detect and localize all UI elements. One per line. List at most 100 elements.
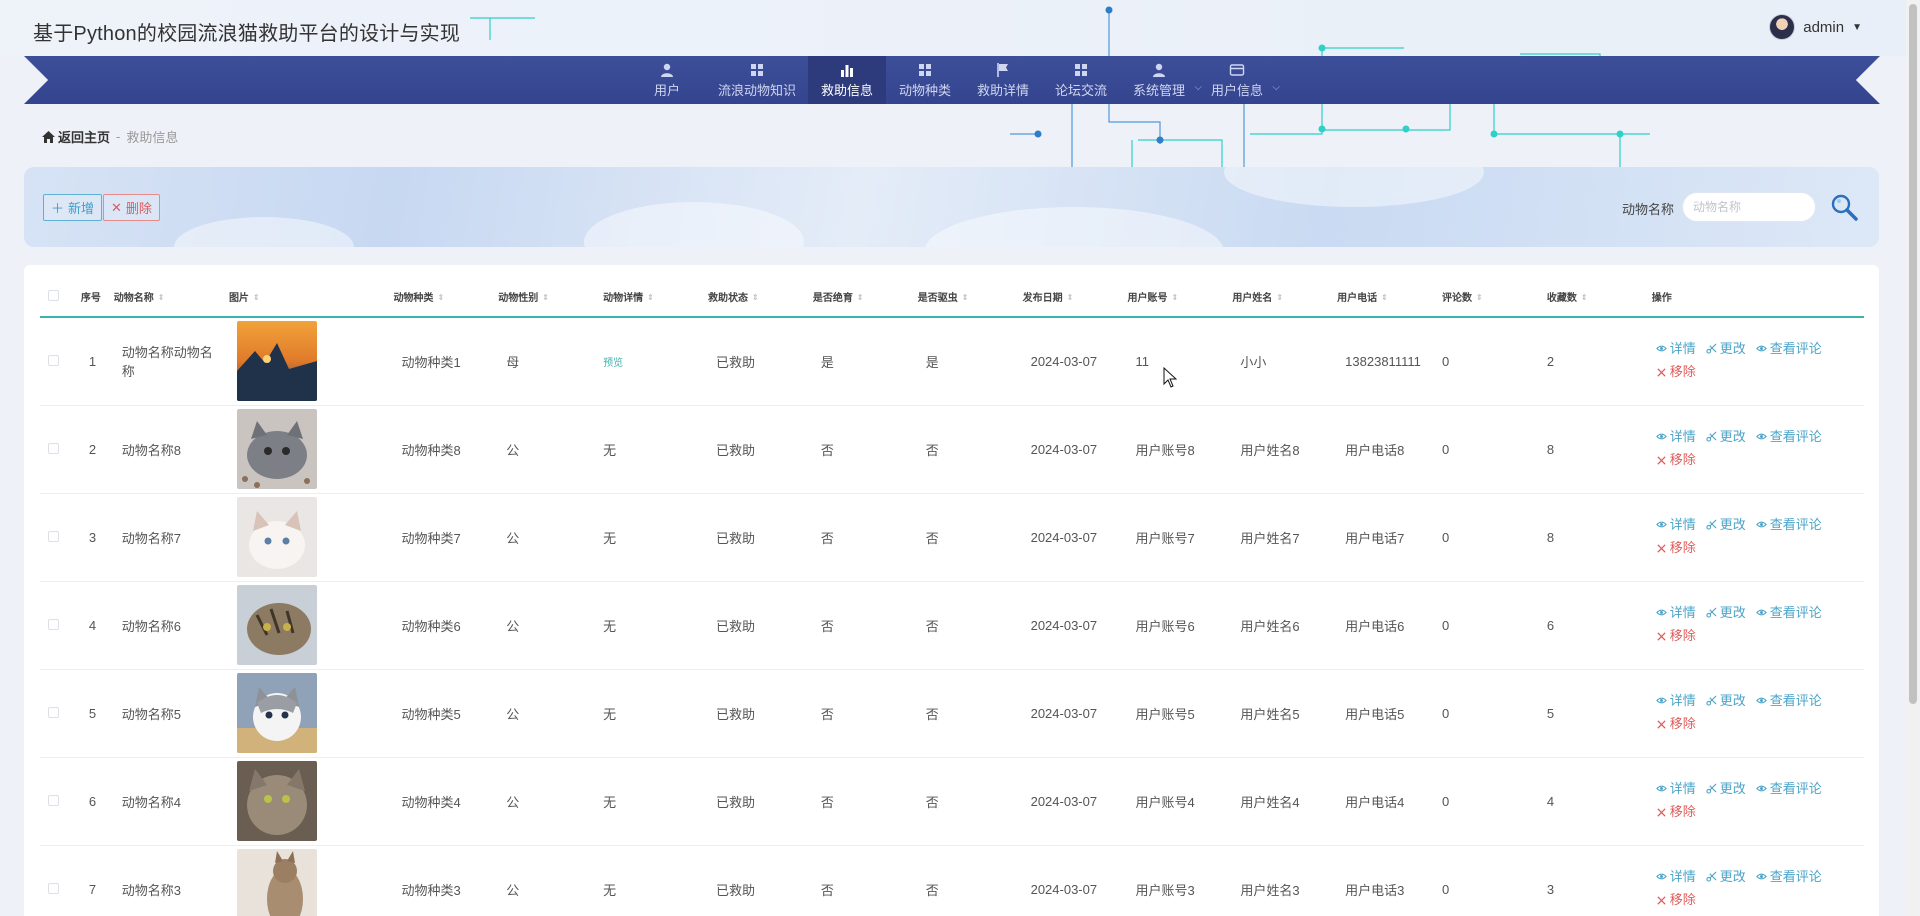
edit-button[interactable]: 更改 [1706, 602, 1746, 624]
column-header[interactable]: 用户账号 ⇕ [1119, 277, 1225, 318]
view-comments-button[interactable]: 查看评论 [1755, 690, 1822, 712]
page-scrollbar[interactable] [1906, 0, 1920, 916]
nav-item-2[interactable]: 流浪动物知识 [706, 56, 808, 104]
animal-photo[interactable] [236, 673, 317, 753]
username[interactable]: admin [1803, 19, 1844, 36]
nav-item-5[interactable]: 救助详情 [964, 56, 1042, 104]
row-checkbox[interactable] [48, 794, 59, 806]
animal-photo[interactable] [236, 409, 317, 489]
sort-icon[interactable]: ⇕ [1276, 294, 1283, 302]
edit-button[interactable]: 更改 [1706, 778, 1746, 800]
edit-button[interactable]: 更改 [1706, 514, 1746, 536]
gender-value: 公 [506, 882, 520, 898]
delete-button[interactable]: ✕ 删除 [103, 194, 160, 221]
cell-gender: 公 [490, 493, 596, 582]
avatar[interactable] [1769, 14, 1796, 40]
remove-button[interactable]: 移除 [1656, 361, 1696, 383]
animal-photo[interactable] [236, 761, 317, 841]
sort-icon[interactable]: ⇕ [752, 294, 759, 302]
column-header[interactable]: 动物名称 ⇕ [105, 277, 221, 318]
detail-button[interactable]: 详情 [1655, 514, 1696, 536]
row-checkbox[interactable] [48, 442, 59, 454]
sort-icon[interactable]: ⇕ [542, 294, 549, 302]
animal-photo[interactable] [236, 497, 317, 577]
view-comments-button[interactable]: 查看评论 [1755, 602, 1822, 624]
close-icon: ✕ [111, 199, 122, 215]
breadcrumb-home[interactable]: 返回主页 [42, 127, 110, 146]
edit-button[interactable]: 更改 [1706, 866, 1746, 888]
column-header[interactable]: 图片 ⇕ [220, 277, 386, 318]
view-comments-button[interactable]: 查看评论 [1755, 338, 1822, 360]
nav-item-8[interactable]: 用户信息 ⌵ [1198, 56, 1280, 104]
edit-button[interactable]: 更改 [1706, 338, 1746, 360]
detail-button[interactable]: 详情 [1655, 778, 1696, 800]
column-header[interactable]: 评论数 ⇕ [1434, 277, 1539, 318]
sort-icon[interactable]: ⇕ [647, 294, 654, 302]
view-comments-button[interactable]: 查看评论 [1755, 514, 1822, 536]
row-checkbox[interactable] [48, 530, 59, 542]
detail-button[interactable]: 详情 [1655, 602, 1696, 624]
view-comments-button[interactable]: 查看评论 [1755, 426, 1822, 448]
remove-button[interactable]: 移除 [1656, 625, 1696, 647]
scrollbar-thumb[interactable] [1909, 4, 1917, 704]
detail-button[interactable]: 详情 [1655, 338, 1696, 360]
nav-item-6[interactable]: 论坛交流 [1042, 56, 1120, 104]
detail-button[interactable]: 详情 [1655, 690, 1696, 712]
sort-icon[interactable]: ⇕ [253, 294, 260, 302]
column-header[interactable]: 是否绝育 ⇕ [804, 277, 910, 318]
row-checkbox[interactable] [48, 706, 59, 718]
nav-item-3[interactable]: 救助信息 [808, 56, 886, 104]
column-header[interactable]: 发布日期 ⇕ [1014, 277, 1120, 318]
cell-favorites: 6 [1538, 581, 1644, 670]
sort-icon[interactable]: ⇕ [1581, 294, 1588, 302]
row-checkbox[interactable] [48, 618, 59, 630]
caret-down-icon[interactable]: ▼ [1852, 22, 1862, 33]
remove-button[interactable]: 移除 [1656, 713, 1696, 735]
column-header[interactable]: 是否驱虫 ⇕ [909, 277, 1015, 318]
column-header[interactable]: 收藏数 ⇕ [1538, 277, 1644, 318]
user-menu[interactable]: admin ▼ [1769, 14, 1862, 40]
search-icon[interactable] [1829, 192, 1859, 222]
column-header[interactable]: 救助状态 ⇕ [700, 277, 805, 318]
animal-photo[interactable] [236, 585, 317, 665]
view-comments-button[interactable]: 查看评论 [1755, 778, 1822, 800]
animal-photo[interactable] [236, 321, 317, 402]
select-all-checkbox[interactable] [48, 289, 59, 301]
sort-icon[interactable]: ⇕ [158, 294, 165, 302]
date-value: 2024-03-07 [1030, 705, 1098, 721]
detail-button[interactable]: 详情 [1655, 426, 1696, 448]
row-select-cell [40, 405, 73, 494]
edit-button[interactable]: 更改 [1706, 426, 1746, 448]
status-value: 已救助 [716, 618, 756, 634]
edit-button[interactable]: 更改 [1706, 690, 1746, 712]
sort-icon[interactable]: ⇕ [437, 294, 444, 302]
add-button[interactable]: ＋ 新增 [43, 194, 103, 221]
sort-icon[interactable]: ⇕ [1381, 294, 1388, 302]
row-checkbox[interactable] [48, 354, 59, 366]
remove-button[interactable]: 移除 [1656, 537, 1696, 559]
nav-item-4[interactable]: 动物种类 [886, 56, 964, 104]
view-comments-button[interactable]: 查看评论 [1755, 866, 1822, 888]
remove-button[interactable]: 移除 [1656, 801, 1696, 823]
sort-icon[interactable]: ⇕ [1476, 294, 1483, 302]
column-header[interactable]: 动物种类 ⇕ [385, 277, 491, 318]
remove-button[interactable]: 移除 [1656, 889, 1696, 911]
remove-button[interactable]: 移除 [1656, 449, 1696, 471]
cell-dewormed: 否 [909, 581, 1015, 670]
row-checkbox[interactable] [48, 882, 59, 894]
preview-link[interactable]: 预览 [603, 358, 623, 369]
nav-item-1[interactable]: 用户 [628, 56, 706, 104]
column-header[interactable]: 动物详情 ⇕ [595, 277, 701, 318]
detail-button[interactable]: 详情 [1655, 866, 1696, 888]
sort-icon[interactable]: ⇕ [962, 294, 969, 302]
cell-photo [220, 669, 386, 758]
search-input[interactable] [1682, 192, 1816, 222]
sort-icon[interactable]: ⇕ [857, 294, 864, 302]
nav-item-7[interactable]: 系统管理 ⌵ [1120, 56, 1202, 104]
animal-photo[interactable] [236, 849, 317, 916]
column-header[interactable]: 用户姓名 ⇕ [1224, 277, 1330, 318]
sort-icon[interactable]: ⇕ [1067, 294, 1074, 302]
sort-icon[interactable]: ⇕ [1171, 294, 1178, 302]
column-header[interactable]: 用户电话 ⇕ [1329, 277, 1435, 318]
column-header[interactable]: 动物性别 ⇕ [490, 277, 596, 318]
